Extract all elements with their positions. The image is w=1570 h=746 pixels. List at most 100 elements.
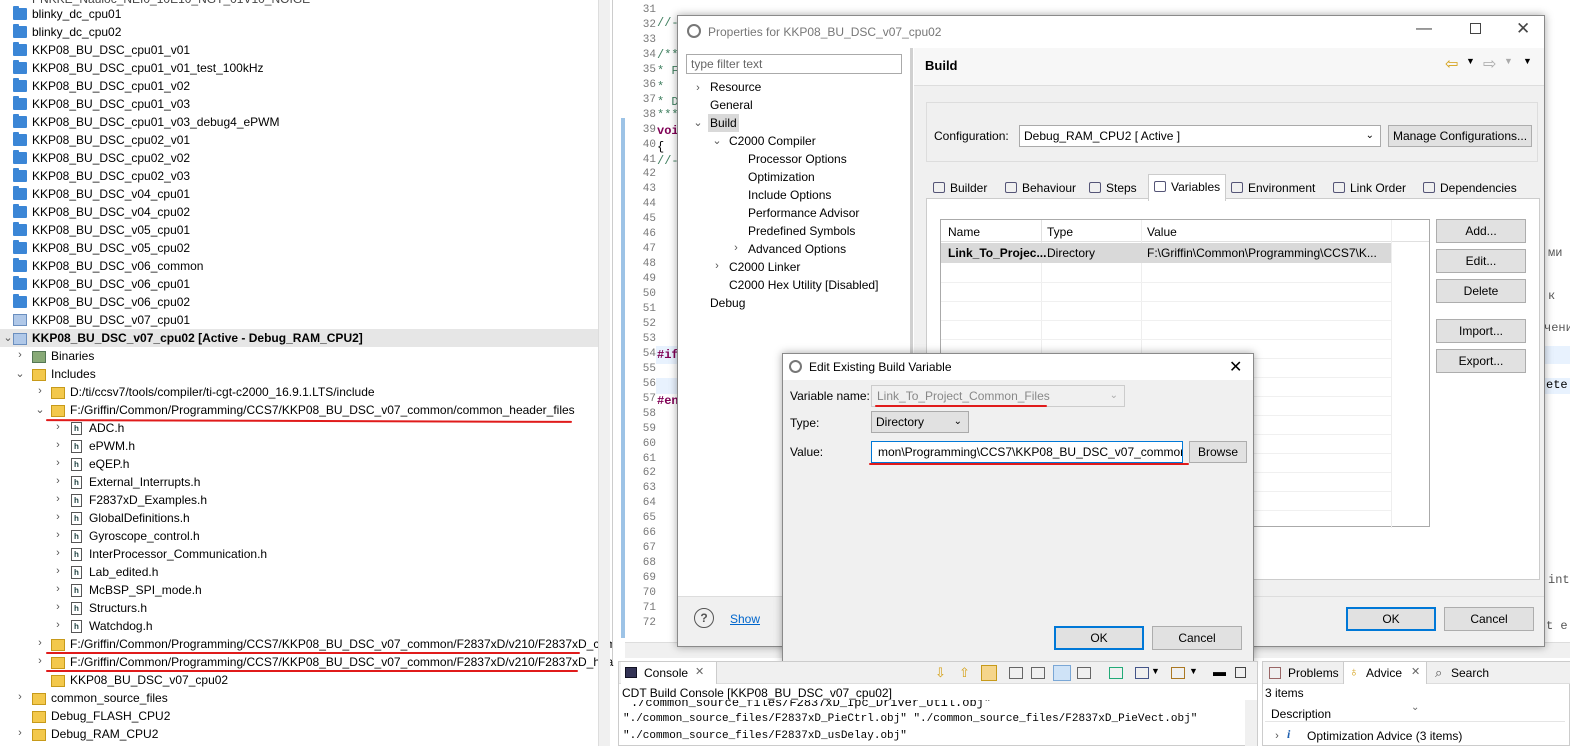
tree-header-file[interactable]: Watchdog.h xyxy=(89,617,153,635)
chevron-right-icon[interactable]: › xyxy=(52,583,64,595)
close-tab-icon[interactable]: ✕ xyxy=(1411,665,1420,678)
tree-folder[interactable]: common_source_files xyxy=(51,689,168,707)
tab-search[interactable]: Search xyxy=(1451,666,1489,680)
type-select[interactable]: Directory ⌄ xyxy=(871,411,969,433)
tab-link-order[interactable]: Link Order xyxy=(1328,176,1418,200)
tree-folder[interactable]: Debug_RAM_CPU2 xyxy=(51,725,158,743)
down-arrow-icon[interactable]: ⇩ xyxy=(935,665,946,681)
filter-input[interactable]: type filter text xyxy=(686,54,902,74)
link-icon[interactable] xyxy=(981,665,997,681)
delete-button[interactable]: Delete xyxy=(1436,279,1526,303)
tree-header-file[interactable]: GlobalDefinitions.h xyxy=(89,509,190,527)
word-wrap-icon[interactable] xyxy=(1053,665,1071,681)
ok-button[interactable]: OK xyxy=(1346,607,1436,631)
forward-icon[interactable]: ⇨ xyxy=(1483,54,1496,74)
browse-button[interactable]: Browse xyxy=(1189,441,1247,463)
nav-build[interactable]: Build xyxy=(708,114,739,132)
chevron-right-icon[interactable]: › xyxy=(14,691,26,703)
config-select[interactable]: Debug_RAM_CPU2 [ Active ] ⌄ xyxy=(1019,125,1381,147)
tree-header-file[interactable]: InterProcessor_Communication.h xyxy=(89,545,267,563)
tree-header-file[interactable]: External_Interrupts.h xyxy=(89,473,200,491)
tree-header-file[interactable]: Structurs.h xyxy=(89,599,147,617)
show-advanced-link[interactable]: Show adva xyxy=(730,612,760,626)
chevron-right-icon[interactable]: › xyxy=(52,619,64,631)
close-button[interactable]: ✕ xyxy=(1229,357,1242,377)
chevron-right-icon[interactable]: › xyxy=(52,457,64,469)
nav-optimization[interactable]: Optimization xyxy=(748,168,815,186)
console-scrollbar[interactable] xyxy=(1245,700,1257,746)
tree-project-item[interactable]: KKP08_BU_DSC_cpu01_v03_debug4_ePWM xyxy=(32,113,280,131)
dialog-cancel-button[interactable]: Cancel xyxy=(1152,626,1242,650)
tree-project-item[interactable]: blinky_dc_cpu01 xyxy=(32,5,121,23)
chevron-right-icon[interactable]: › xyxy=(34,655,46,667)
help-icon[interactable]: ? xyxy=(694,608,714,628)
chevron-down-icon[interactable]: ▼ xyxy=(1504,56,1513,66)
import-button[interactable]: Import... xyxy=(1436,319,1526,343)
chevron-right-icon[interactable]: › xyxy=(14,349,26,361)
tab-problems[interactable]: Problems xyxy=(1288,666,1339,680)
tree-project-item[interactable]: KKP08_BU_DSC_v06_common xyxy=(32,257,203,275)
chevron-right-icon[interactable]: › xyxy=(1271,730,1283,742)
tree-project-item[interactable]: KKP08_BU_DSC_cpu01_v02 xyxy=(32,77,190,95)
chevron-right-icon[interactable]: › xyxy=(14,727,26,739)
clear-icon[interactable] xyxy=(1077,667,1091,679)
export-button[interactable]: Export... xyxy=(1436,349,1526,373)
cancel-button[interactable]: Cancel xyxy=(1444,607,1534,631)
add-button[interactable]: Add... xyxy=(1436,219,1526,243)
scroll-lock-icon[interactable] xyxy=(1031,667,1045,679)
tree-project-item[interactable]: KKP08_BU_DSC_v05_cpu01 xyxy=(32,221,190,239)
tab-environment[interactable]: Environment xyxy=(1226,176,1328,200)
chevron-right-icon[interactable]: › xyxy=(52,565,64,577)
tree-includes[interactable]: Includes xyxy=(51,365,96,383)
back-icon[interactable]: ⇦ xyxy=(1445,54,1458,74)
minimize-button[interactable]: — xyxy=(1416,20,1432,38)
new-console-icon[interactable] xyxy=(1171,667,1185,679)
chevron-down-icon[interactable]: ⌄ xyxy=(34,403,46,416)
tab-dependencies[interactable]: Dependencies xyxy=(1418,176,1518,200)
tree-header-file[interactable]: F2837xD_Examples.h xyxy=(89,491,207,509)
maximize-button[interactable] xyxy=(1470,23,1481,34)
chevron-right-icon[interactable]: › xyxy=(711,260,723,272)
chevron-down-icon[interactable]: ⌄ xyxy=(14,367,26,380)
tree-project-item[interactable]: KKP08_BU_DSC_cpu02_v03 xyxy=(32,167,190,185)
advice-item[interactable]: Optimization Advice (3 items) xyxy=(1307,729,1462,743)
tab-steps[interactable]: Steps xyxy=(1084,176,1148,200)
chevron-right-icon[interactable]: › xyxy=(52,421,64,433)
tree-project-item[interactable]: KKP08_BU_DSC_v06_cpu01 xyxy=(32,275,190,293)
active-project-label[interactable]: KKP08_BU_DSC_v07_cpu02 [Active - Debug_R… xyxy=(32,329,363,347)
chevron-down-icon[interactable]: ▼ xyxy=(1466,56,1475,66)
chevron-down-icon[interactable]: ⌄ xyxy=(692,116,704,129)
tree-project-item[interactable]: blinky_dc_cpu02 xyxy=(32,23,121,41)
col-description[interactable]: Description xyxy=(1271,707,1331,721)
tree-project-item[interactable]: KKP08_BU_DSC_cpu01_v01_test_100kHz xyxy=(32,59,263,77)
tree-binaries[interactable]: Binaries xyxy=(51,347,94,365)
console-output[interactable]: ./common_source_files/F2837xD_Ipc_Driver… xyxy=(619,700,1249,746)
tree-project-item[interactable]: KKP08_BU_DSC_cpu01_v01 xyxy=(32,41,190,59)
maximize-icon[interactable] xyxy=(1235,667,1246,678)
chevron-right-icon[interactable]: › xyxy=(52,601,64,613)
tree-include-f2837xd-common[interactable]: F:/Griffin/Common/Programming/CCS7/KKP08… xyxy=(70,635,616,653)
view-menu-icon[interactable]: ▼ xyxy=(1523,56,1532,66)
open-console-icon[interactable] xyxy=(1135,667,1149,679)
chevron-down-icon[interactable]: ▼ xyxy=(1151,666,1160,676)
tree-project-item[interactable]: KKP08_BU_DSC_v04_cpu01 xyxy=(32,185,190,203)
tab-behaviour[interactable]: Behaviour xyxy=(1000,176,1084,200)
chevron-right-icon[interactable]: › xyxy=(34,637,46,649)
chevron-down-icon[interactable]: ▼ xyxy=(1189,666,1198,676)
tree-header-file[interactable]: McBSP_SPI_mode.h xyxy=(89,581,202,599)
chevron-right-icon[interactable]: › xyxy=(52,529,64,541)
tab-advice[interactable]: Advice xyxy=(1366,666,1402,680)
tree-include-cpu02[interactable]: KKP08_BU_DSC_v07_cpu02 xyxy=(70,671,228,689)
tree-project-item[interactable]: KKP08_BU_DSC_cpu02_v02 xyxy=(32,149,190,167)
nav-hex[interactable]: C2000 Hex Utility [Disabled] xyxy=(729,276,878,294)
tab-builder[interactable]: Builder xyxy=(928,176,1000,200)
nav-resource[interactable]: Resource xyxy=(710,78,761,96)
tree-project-item[interactable]: KKP08_BU_DSC_cpu02_v01 xyxy=(32,131,190,149)
tree-project-item[interactable]: KKP08_BU_DSC_v04_cpu02 xyxy=(32,203,190,221)
tree-project-item[interactable]: KKP08_BU_DSC_v06_cpu02 xyxy=(32,293,190,311)
tree-include-compiler[interactable]: D:/ti/ccsv7/tools/compiler/ti-cgt-c2000_… xyxy=(70,383,375,401)
dialog-ok-button[interactable]: OK xyxy=(1054,626,1144,650)
chevron-right-icon[interactable]: › xyxy=(52,439,64,451)
chevron-right-icon[interactable]: › xyxy=(692,82,704,94)
minimize-icon[interactable]: ▬ xyxy=(1213,664,1226,679)
